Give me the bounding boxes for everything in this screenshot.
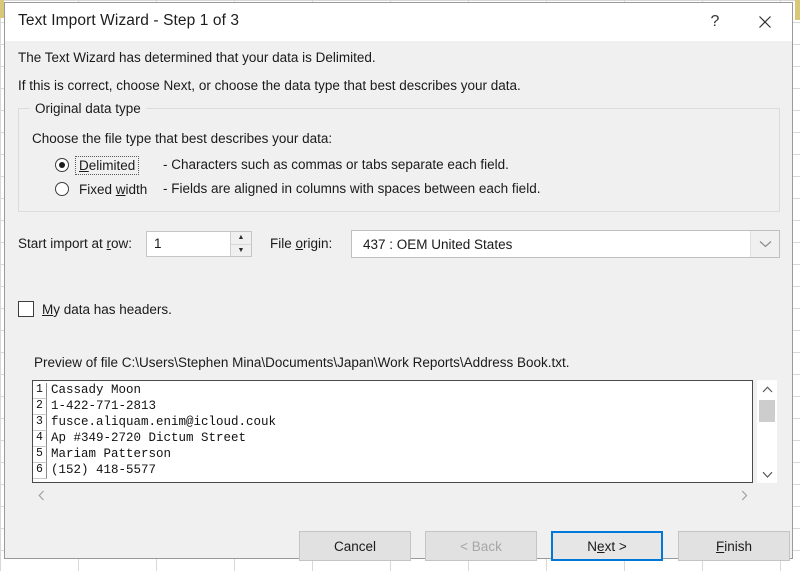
start-row-spinner[interactable]: 1 ▲ ▼ xyxy=(146,231,252,257)
preview-line-number: 6 xyxy=(33,463,47,479)
radio-delimited-description: - Characters such as commas or tabs sepa… xyxy=(163,157,509,172)
scroll-down-glyph xyxy=(762,471,772,478)
close-button[interactable] xyxy=(742,3,788,41)
my-data-has-headers-label: My data has headers. xyxy=(42,301,172,317)
preview-pane[interactable]: 1 Cassady Moon 2 1-422-771-2813 3 fusce.… xyxy=(32,380,753,483)
preview-line-text: fusce.aliquam.enim@icloud.couk xyxy=(51,415,277,429)
preview-row: 5 Mariam Patterson xyxy=(33,447,276,463)
back-button: < Back xyxy=(425,531,537,561)
window-edge-sliver-right xyxy=(795,0,800,20)
scroll-right-icon[interactable] xyxy=(735,484,753,506)
intro-line-2: If this is correct, choose Next, or choo… xyxy=(18,78,521,93)
text-import-wizard-dialog: Text Import Wizard - Step 1 of 3 ? The T… xyxy=(4,2,793,561)
radio-fixed-width-mark xyxy=(55,182,69,196)
preview-row: 2 1-422-771-2813 xyxy=(33,399,276,415)
preview-line-text: Cassady Moon xyxy=(51,383,142,397)
finish-button[interactable]: Finish xyxy=(678,531,790,561)
preview-line-text: Ap #349-2720 Dictum Street xyxy=(51,431,247,445)
preview-row: 6 (152) 418-5577 xyxy=(33,463,276,479)
preview-line-number: 5 xyxy=(33,447,47,463)
finish-button-label: Finish xyxy=(715,538,752,554)
preview-line-number: 4 xyxy=(33,431,47,447)
preview-line-text: Mariam Patterson xyxy=(51,447,172,461)
file-origin-value: 437 : OEM United States xyxy=(363,236,513,252)
close-icon xyxy=(759,16,771,28)
preview-line-text: 1-422-771-2813 xyxy=(51,399,157,413)
file-origin-label: File origin: xyxy=(270,236,333,251)
file-origin-combobox[interactable]: 437 : OEM United States xyxy=(351,230,780,258)
intro-line-1: The Text Wizard has determined that your… xyxy=(18,50,376,65)
group-legend: Original data type xyxy=(30,101,146,116)
spinner-down-icon[interactable]: ▼ xyxy=(231,245,251,257)
scroll-up-glyph xyxy=(762,385,772,392)
start-row-spinner-buttons: ▲ ▼ xyxy=(230,232,251,256)
radio-delimited[interactable]: Delimited xyxy=(55,155,140,175)
group-description: Choose the file type that best describes… xyxy=(32,131,333,146)
spinner-up-icon[interactable]: ▲ xyxy=(231,232,251,245)
my-data-has-headers-checkbox[interactable]: My data has headers. xyxy=(18,301,172,317)
preview-line-text: (152) 418-5577 xyxy=(51,463,157,477)
next-button-label: Next > xyxy=(587,538,627,554)
question-mark-icon: ? xyxy=(710,13,720,30)
cancel-button[interactable]: Cancel xyxy=(299,531,411,561)
help-button[interactable]: ? xyxy=(692,3,738,41)
radio-delimited-mark xyxy=(55,158,69,172)
preview-row: 3 fusce.aliquam.enim@icloud.couk xyxy=(33,415,276,431)
start-row-label: Start import at row: xyxy=(18,236,133,251)
scroll-down-icon[interactable] xyxy=(757,465,777,483)
preview-horizontal-scrollbar[interactable] xyxy=(32,484,753,506)
start-row-input[interactable]: 1 xyxy=(147,232,230,256)
preview-line-number: 3 xyxy=(33,415,47,431)
radio-fixed-width[interactable]: Fixed width xyxy=(55,179,150,199)
chevron-down-glyph xyxy=(759,241,771,248)
scroll-left-glyph xyxy=(37,490,44,500)
radio-delimited-label: Delimited xyxy=(74,155,140,175)
vertical-scrollbar-thumb[interactable] xyxy=(759,400,775,422)
preview-caption: Preview of file C:\Users\Stephen Mina\Do… xyxy=(34,355,570,370)
dialog-title: Text Import Wizard - Step 1 of 3 xyxy=(18,12,240,29)
dialog-titlebar: Text Import Wizard - Step 1 of 3 ? xyxy=(5,3,792,41)
scroll-left-icon[interactable] xyxy=(32,484,50,506)
scroll-up-icon[interactable] xyxy=(757,380,777,398)
preview-line-number: 2 xyxy=(33,399,47,415)
scroll-right-glyph xyxy=(741,490,747,500)
chevron-down-icon[interactable] xyxy=(750,231,779,257)
next-button[interactable]: Next > xyxy=(551,531,663,561)
preview-vertical-scrollbar[interactable] xyxy=(757,380,777,483)
radio-fixed-width-label: Fixed width xyxy=(79,181,148,197)
radio-fixed-width-description: - Fields are aligned in columns with spa… xyxy=(163,181,541,196)
preview-row: 4 Ap #349-2720 Dictum Street xyxy=(33,431,276,447)
preview-lines: 1 Cassady Moon 2 1-422-771-2813 3 fusce.… xyxy=(33,381,276,479)
preview-row: 1 Cassady Moon xyxy=(33,383,276,399)
checkbox-box xyxy=(18,301,34,317)
preview-line-number: 1 xyxy=(33,383,47,399)
